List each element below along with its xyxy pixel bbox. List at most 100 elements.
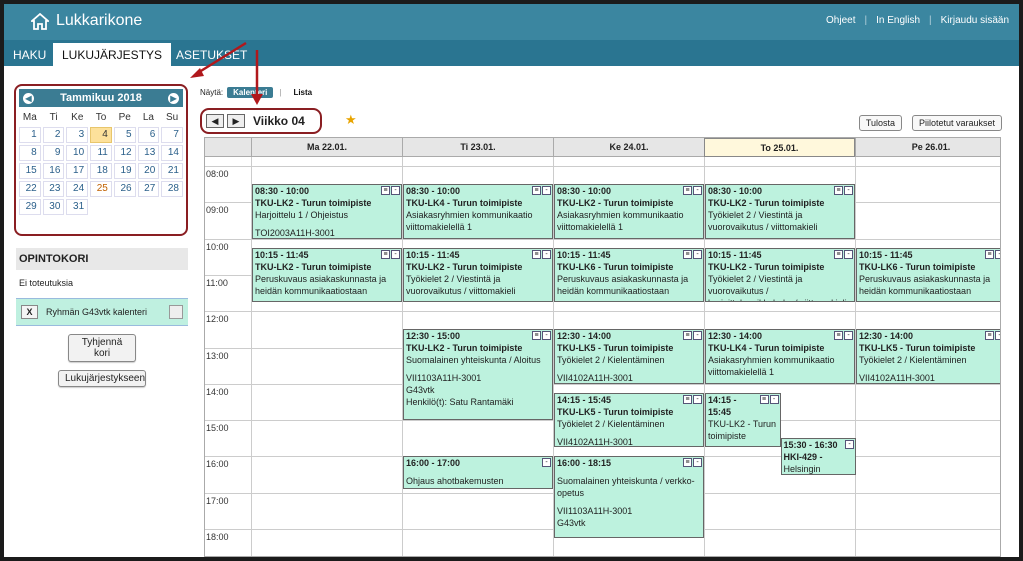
calendar-day[interactable]: 31: [66, 199, 89, 215]
calendar-day[interactable]: 18: [90, 163, 112, 179]
calendar-day[interactable]: 10: [66, 145, 89, 161]
prev-month-icon[interactable]: ◀: [23, 92, 34, 104]
calendar-day[interactable]: 2: [42, 127, 65, 143]
calendar-day[interactable]: 22: [19, 181, 41, 197]
tab-asetukset[interactable]: ASETUKSET: [167, 43, 256, 66]
calendar-view-button[interactable]: Kalenteri: [227, 87, 274, 98]
calendar-event[interactable]: 08:30 - 10:00 TKU-LK2 - Turun toimipiste A…: [554, 184, 704, 239]
calendar-day[interactable]: 23: [42, 181, 65, 197]
calendar-day[interactable]: 9: [42, 145, 65, 161]
calendar-day[interactable]: 6: [137, 127, 160, 143]
hide-event-icon[interactable]: -: [693, 458, 702, 468]
calendar-day[interactable]: 24: [66, 181, 89, 197]
tab-haku[interactable]: HAKU: [4, 43, 55, 66]
calendar-event[interactable]: 12:30 - 14:00 TKU-LK5 - Turun toimipiste T…: [554, 329, 704, 384]
calendar-day[interactable]: 14: [161, 145, 183, 161]
event-details-icon[interactable]: ≡: [532, 186, 541, 196]
event-details-icon[interactable]: ≡: [381, 249, 390, 259]
calendar-day[interactable]: 28: [161, 181, 183, 197]
calendar-day[interactable]: 3: [66, 127, 89, 143]
calendar-day[interactable]: 5: [113, 127, 136, 143]
app-logo[interactable]: Lukkarikone: [31, 12, 142, 30]
calendar-event[interactable]: 08:30 - 10:00 TKU-LK4 - Turun toimipiste A…: [403, 184, 553, 239]
calendar-day[interactable]: 16: [42, 163, 65, 179]
hide-event-icon[interactable]: -: [995, 249, 1000, 259]
calendar-event[interactable]: 14:15 - 15:45 TKU-LK5 - Turun toimipiste T…: [554, 392, 704, 448]
hide-event-icon[interactable]: -: [391, 186, 400, 196]
calendar-event[interactable]: 14:15 -15:45 TKU-LK2 - Turun toimipiste ≡ -: [705, 392, 781, 448]
event-details-icon[interactable]: ≡: [532, 249, 541, 259]
calendar-day[interactable]: 8: [19, 145, 41, 161]
calendar-day[interactable]: 25: [90, 181, 112, 197]
remove-item-button[interactable]: X: [21, 305, 38, 319]
calendar-event[interactable]: 16:00 - 18:15 Suomalainen yhteiskunta / v…: [554, 456, 704, 539]
event-details-icon[interactable]: ≡: [759, 394, 769, 404]
hide-event-icon[interactable]: -: [769, 394, 779, 404]
calendar-day[interactable]: 1: [19, 127, 41, 143]
calendar-day[interactable]: 26: [113, 181, 136, 197]
calendar-event[interactable]: 15:30 - 16:30 HKI-429 - Helsingin -: [780, 438, 856, 475]
hide-event-icon[interactable]: -: [391, 249, 400, 259]
calendar-day[interactable]: 12: [113, 145, 136, 161]
hide-event-icon[interactable]: -: [693, 186, 702, 196]
calendar-event[interactable]: 08:30 - 10:00 TKU-LK2 - Turun toimipiste T…: [705, 184, 855, 239]
calendar-day[interactable]: 11: [90, 145, 112, 161]
calendar-event[interactable]: 10:15 - 11:45 TKU-LK6 - Turun toimipiste P…: [554, 247, 704, 303]
event-details-icon[interactable]: ≡: [381, 186, 390, 196]
to-schedule-button[interactable]: Lukujärjestykseen: [58, 370, 146, 387]
clear-basket-button[interactable]: Tyhjennä kori: [68, 334, 136, 362]
hide-event-icon[interactable]: -: [542, 458, 551, 468]
hide-event-icon[interactable]: -: [542, 249, 551, 259]
calendar-day[interactable]: 17: [66, 163, 89, 179]
calendar-day[interactable]: 29: [19, 199, 41, 215]
login-link[interactable]: Kirjaudu sisään: [941, 15, 1009, 26]
language-link[interactable]: In English: [876, 15, 920, 26]
event-details-icon[interactable]: ≡: [683, 458, 692, 468]
hide-event-icon[interactable]: -: [693, 249, 702, 259]
event-details-icon[interactable]: ≡: [532, 331, 541, 341]
event-details-icon[interactable]: ≡: [985, 249, 994, 259]
hide-event-icon[interactable]: -: [845, 440, 854, 450]
event-details-icon[interactable]: ≡: [834, 186, 843, 196]
hide-event-icon[interactable]: -: [693, 394, 702, 404]
event-details-icon[interactable]: ≡: [683, 249, 692, 259]
hide-event-icon[interactable]: -: [693, 331, 702, 341]
hide-event-icon[interactable]: -: [542, 186, 551, 196]
next-month-icon[interactable]: ▶: [167, 92, 179, 104]
list-view-button[interactable]: Lista: [293, 88, 312, 97]
event-details-icon[interactable]: ≡: [834, 331, 843, 341]
event-details-icon[interactable]: ≡: [985, 331, 994, 341]
calendar-day[interactable]: 20: [137, 163, 160, 179]
basket-item-checkbox[interactable]: [169, 305, 183, 319]
hide-event-icon[interactable]: -: [844, 331, 853, 341]
calendar-day[interactable]: 19: [113, 163, 136, 179]
event-details-icon[interactable]: ≡: [683, 394, 692, 404]
calendar-day[interactable]: 13: [137, 145, 160, 161]
event-details-icon[interactable]: ≡: [683, 331, 692, 341]
calendar-day[interactable]: 7: [161, 127, 183, 143]
prev-week-button[interactable]: ◀: [206, 114, 224, 128]
tab-lukujarjestys[interactable]: LUKUJÄRJESTYS: [53, 43, 172, 66]
calendar-event[interactable]: 12:30 - 14:00 TKU-LK5 - Turun toimipiste T…: [856, 329, 1000, 384]
calendar-event[interactable]: 10:15 - 11:45 TKU-LK2 - Turun toimipiste T…: [403, 247, 553, 303]
hide-event-icon[interactable]: -: [844, 249, 853, 259]
calendar-event[interactable]: 12:30 - 15:00 TKU-LK2 - Turun toimipiste S…: [403, 329, 553, 421]
calendar-day[interactable]: 4: [90, 127, 112, 143]
event-details-icon[interactable]: ≡: [834, 249, 843, 259]
calendar-event[interactable]: 10:15 - 11:45 TKU-LK2 - Turun toimipiste T…: [705, 247, 855, 303]
star-icon[interactable]: ★: [345, 112, 357, 128]
calendar-day[interactable]: 15: [19, 163, 41, 179]
event-details-icon[interactable]: ≡: [683, 186, 692, 196]
calendar-event[interactable]: 08:30 - 10:00 TKU-LK2 - Turun toimipiste H…: [252, 184, 402, 239]
next-week-button[interactable]: ▶: [227, 114, 245, 128]
calendar-day[interactable]: 30: [42, 199, 65, 215]
calendar-day[interactable]: 21: [161, 163, 183, 179]
help-link[interactable]: Ohjeet: [826, 15, 855, 26]
calendar-event[interactable]: 16:00 - 17:00 Ohjaus ahotbakemusten tekem…: [403, 456, 553, 490]
print-button[interactable]: Tulosta: [858, 115, 902, 131]
hide-event-icon[interactable]: -: [542, 331, 551, 341]
calendar-event[interactable]: 10:15 - 11:45 TKU-LK2 - Turun toimipiste P…: [252, 247, 402, 303]
hide-event-icon[interactable]: -: [995, 331, 1000, 341]
calendar-day[interactable]: 27: [137, 181, 160, 197]
hide-event-icon[interactable]: -: [844, 186, 853, 196]
